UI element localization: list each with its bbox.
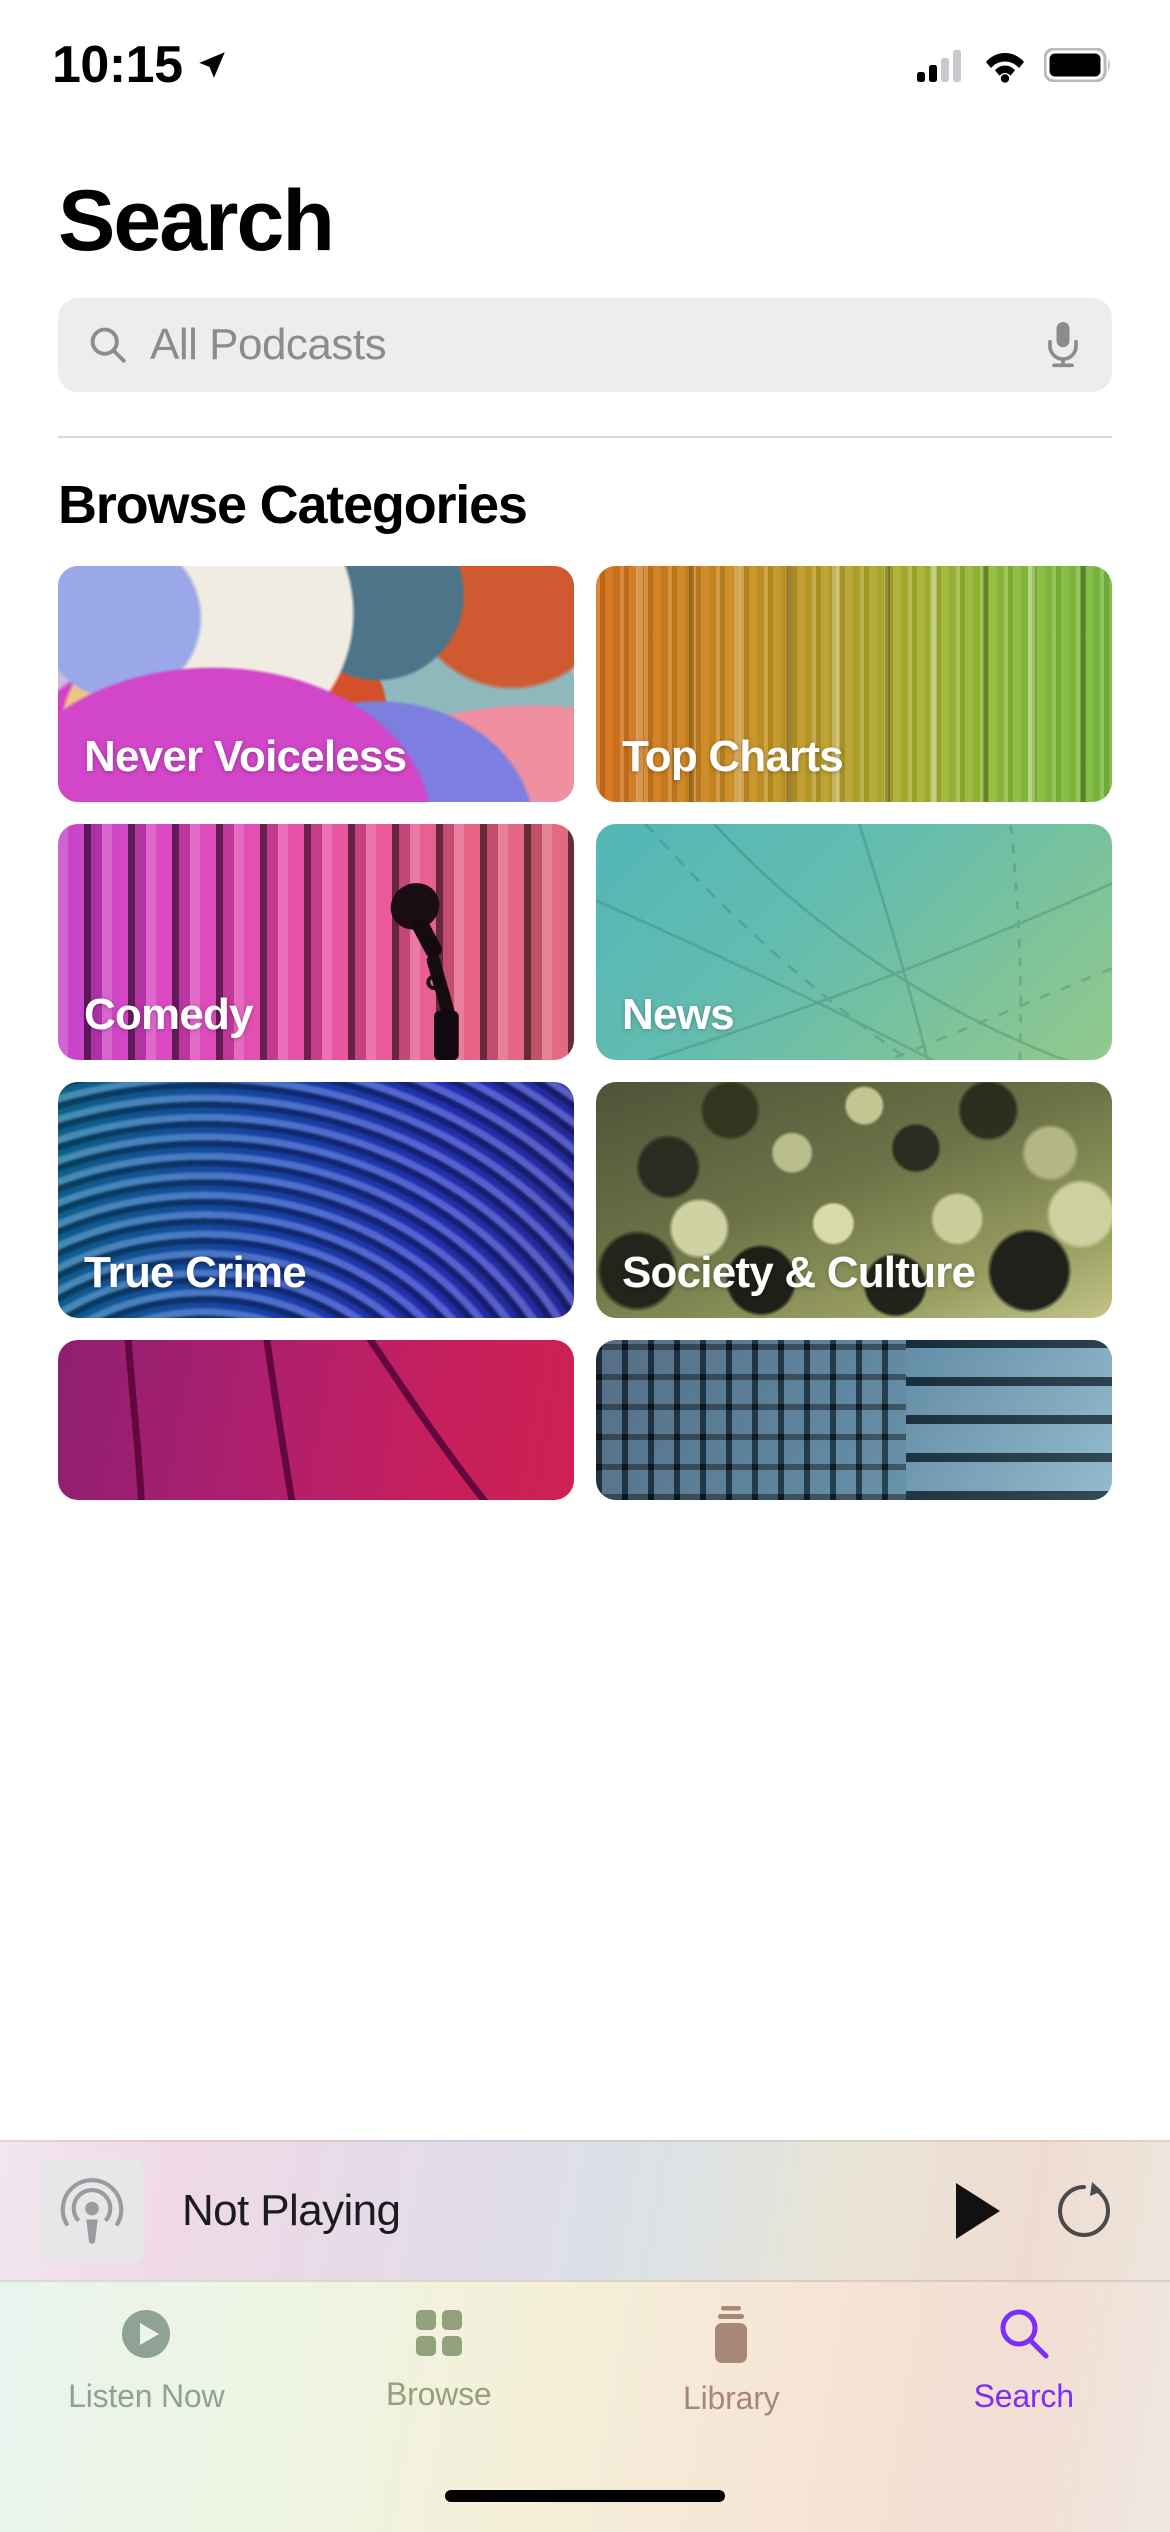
tab-search[interactable]: Search	[878, 2282, 1170, 2454]
tab-label: Browse	[385, 2376, 492, 2412]
skip-forward-icon[interactable]	[1052, 2179, 1116, 2243]
cellular-signal-icon	[917, 50, 961, 82]
tab-listen-now[interactable]: Listen Now	[0, 2282, 293, 2454]
battery-full-icon	[1044, 48, 1110, 82]
microphone-stand-icon	[390, 883, 459, 1060]
location-arrow-icon	[198, 52, 225, 78]
tab-label: Library	[683, 2380, 780, 2416]
category-tile-label: True Crime	[84, 1248, 307, 1297]
search-input[interactable]: All Podcasts	[58, 298, 1112, 392]
category-tile-label: Never Voiceless	[84, 732, 407, 781]
home-indicator	[445, 2490, 725, 2502]
category-tile-partial-business[interactable]	[596, 1340, 1112, 1500]
tile-artwork-basketball	[58, 1340, 574, 1500]
category-grid: Never Voiceless Top Charts Comedy News T…	[0, 536, 1170, 1500]
category-tile-true-crime[interactable]: True Crime	[58, 1082, 574, 1318]
tab-label: Search	[973, 2378, 1074, 2414]
search-icon	[1000, 2309, 1049, 2359]
search-bar-container: All Podcasts	[0, 264, 1170, 392]
page-title: Search	[58, 173, 335, 269]
browse-grid-icon	[415, 2310, 462, 2356]
tile-artwork-building	[596, 1340, 1112, 1500]
category-tile-label: News	[622, 990, 735, 1039]
category-tile-label: Comedy	[84, 990, 254, 1039]
basketball-seam-icon	[124, 1340, 489, 1500]
tab-bar: Listen Now Browse Library Search	[0, 2280, 1170, 2532]
category-tile-never-voiceless[interactable]: Never Voiceless	[58, 566, 574, 802]
category-tile-partial-sports[interactable]	[58, 1340, 574, 1500]
mini-player[interactable]: Not Playing	[0, 2140, 1170, 2280]
library-icon	[715, 2306, 748, 2363]
listen-now-icon	[122, 2310, 171, 2358]
tab-browse[interactable]: Browse	[293, 2282, 586, 2454]
category-tile-label: Society & Culture	[622, 1248, 976, 1297]
wifi-icon	[986, 53, 1024, 83]
microphone-icon[interactable]	[1040, 318, 1086, 372]
category-tile-comedy[interactable]: Comedy	[58, 824, 574, 1060]
category-tile-news[interactable]: News	[596, 824, 1112, 1060]
podcast-artwork-placeholder	[40, 2159, 144, 2263]
tab-label: Listen Now	[68, 2378, 225, 2414]
search-placeholder-text: All Podcasts	[150, 320, 387, 369]
podcast-logo-icon	[60, 2178, 124, 2244]
status-bar: 10:15	[0, 0, 1170, 130]
now-playing-title: Not Playing	[182, 2186, 401, 2235]
play-icon[interactable]	[950, 2180, 1004, 2242]
category-tile-society-culture[interactable]: Society & Culture	[596, 1082, 1112, 1318]
tab-library[interactable]: Library	[585, 2282, 878, 2454]
status-bar-left: 10:15	[52, 35, 229, 95]
main-scroll-area: Search All Podcasts Browse Categories Ne…	[0, 130, 1170, 1500]
status-bar-clock: 10:15	[52, 36, 183, 94]
search-icon	[90, 327, 126, 363]
status-bar-right	[916, 47, 1112, 83]
player-controls	[950, 2179, 1116, 2243]
category-tile-top-charts[interactable]: Top Charts	[596, 566, 1112, 802]
browse-categories-title: Browse Categories	[58, 475, 528, 535]
category-tile-label: Top Charts	[622, 732, 844, 781]
